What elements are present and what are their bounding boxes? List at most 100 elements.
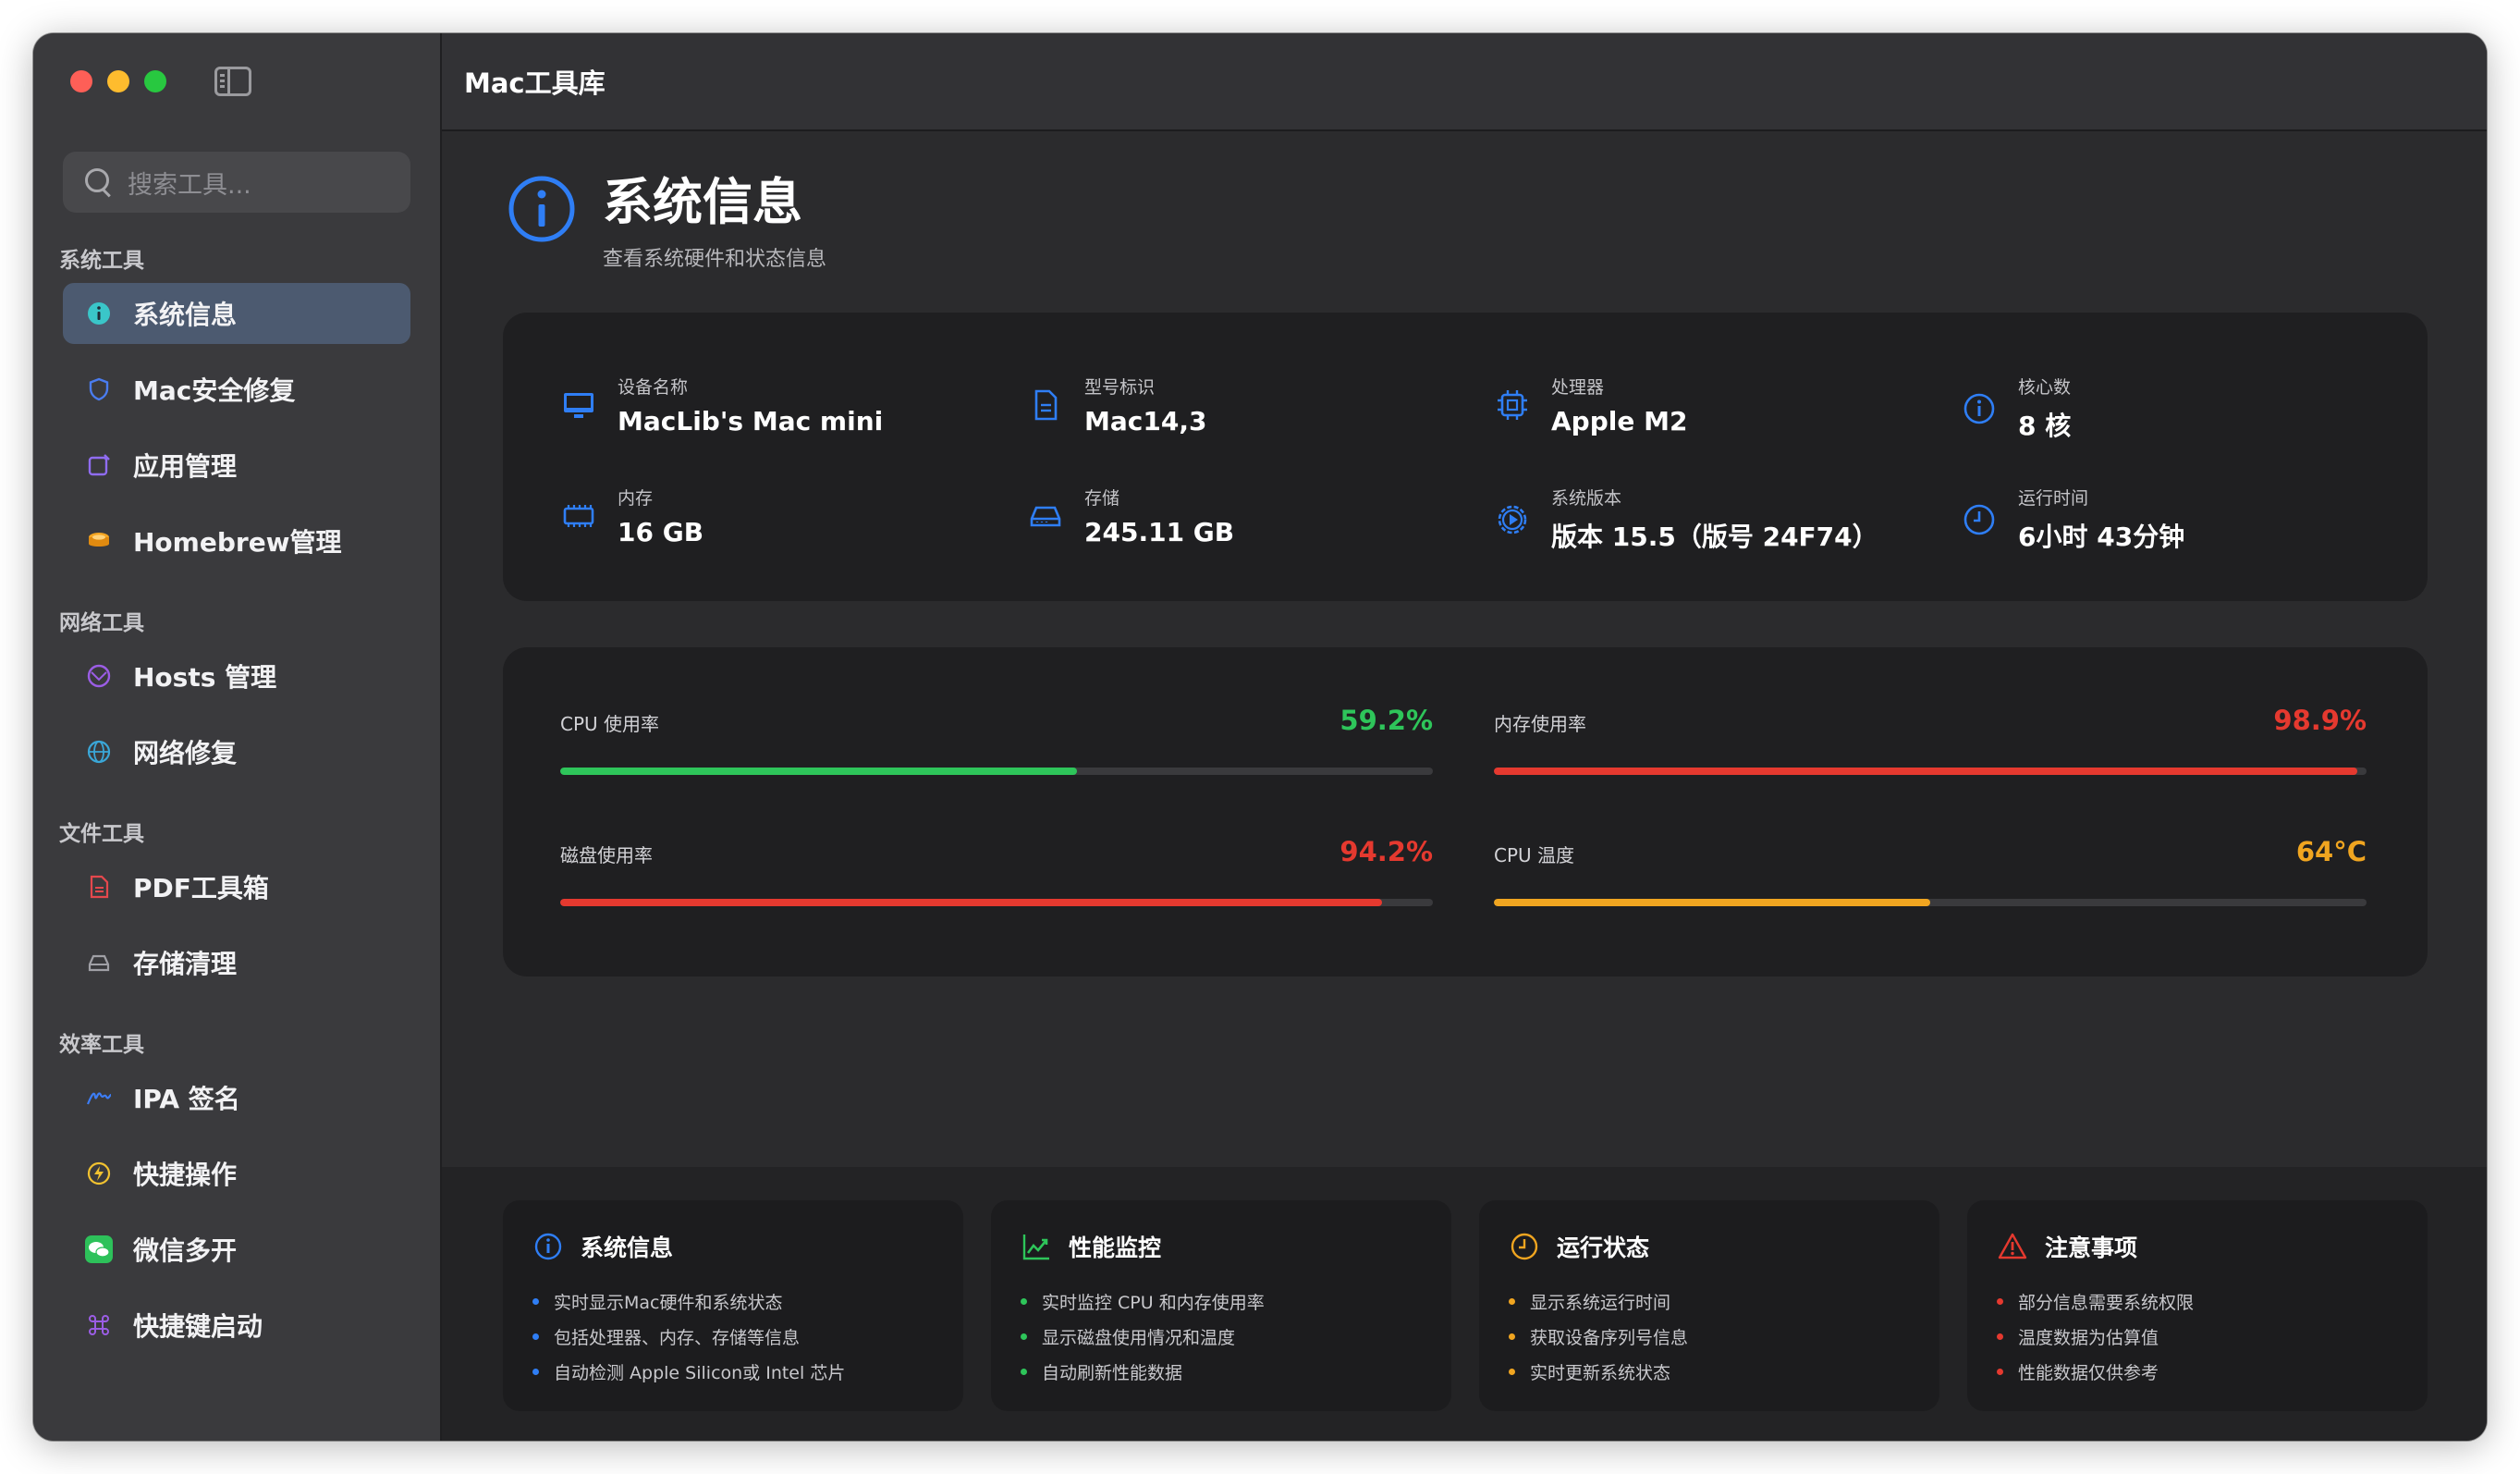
- tip-item: 自动检测 Apple Silicon或 Intel 芯片: [532, 1354, 963, 1389]
- sidebar-item-wechat-multi[interactable]: 微信多开: [63, 1219, 410, 1280]
- metric-value: 98.9%: [2273, 705, 2367, 736]
- window-controls: [70, 70, 166, 92]
- tip-card-runtime: 运行状态 显示系统运行时间 获取设备序列号信息 实时更新系统状态: [1479, 1200, 1939, 1411]
- sidebar-item-app-manage[interactable]: 应用管理: [63, 435, 410, 496]
- sidebar-item-hosts[interactable]: Hosts 管理: [63, 645, 410, 706]
- sidebar-item-label: 存储清理: [133, 949, 238, 979]
- mug-icon: [85, 527, 113, 555]
- clock-icon: [1963, 504, 1995, 534]
- sidebar-item-label: 网络修复: [133, 738, 238, 768]
- sidebar-item-label: 快捷键启动: [133, 1311, 263, 1342]
- tip-title: 注意事项: [2045, 1234, 2138, 1261]
- sidebar-item-network-repair[interactable]: 网络修复: [63, 721, 410, 782]
- info-value: 6小时 43分钟: [2018, 522, 2185, 552]
- info-value: Mac14,3: [1084, 406, 1207, 436]
- network-icon: [85, 662, 113, 690]
- info-label: 系统版本: [1551, 488, 1622, 509]
- tip-item: 包括处理器、内存、存储等信息: [532, 1319, 963, 1354]
- metric-value: 64°C: [2295, 836, 2367, 867]
- tip-title: 运行状态: [1557, 1234, 1650, 1261]
- section-label-file: 文件工具: [59, 822, 144, 846]
- system-info-card: 设备名称 MacLib's Mac mini 型号标识 Mac14,3 处理器 App…: [503, 313, 2428, 601]
- search-placeholder: 搜索工具...: [128, 170, 251, 200]
- info-cores: 核心数 8 核: [1961, 374, 2071, 443]
- info-value: 245.11 GB: [1084, 517, 1235, 547]
- progress-fill: [1494, 768, 2357, 775]
- sidebar-item-ipa-sign[interactable]: IPA 签名: [63, 1067, 410, 1128]
- zoom-button[interactable]: [144, 70, 166, 92]
- close-button[interactable]: [70, 70, 92, 92]
- progress-track: [1494, 768, 2367, 775]
- search-field[interactable]: 搜索工具...: [63, 152, 410, 213]
- metric-memory-usage: 内存使用率 98.9%: [1494, 705, 2367, 775]
- info-value: Apple M2: [1551, 406, 1688, 436]
- tip-card-performance: 性能监控 实时监控 CPU 和内存使用率 显示磁盘使用情况和温度 自动刷新性能数…: [991, 1200, 1451, 1411]
- sidebar-item-label: IPA 签名: [133, 1084, 240, 1114]
- chart-icon: [1022, 1234, 1049, 1260]
- sidebar-item-storage-clean[interactable]: 存储清理: [63, 932, 410, 993]
- info-os-version: 系统版本版本 15.5（版号 24F74）: [1494, 485, 1878, 554]
- info-model: 型号标识 Mac14,3: [1027, 374, 1206, 436]
- bolt-icon: [85, 1160, 113, 1187]
- metric-cpu-temperature: CPU 温度 64°C: [1494, 836, 2367, 906]
- info-label: 内存: [618, 488, 654, 509]
- info-label: 核心数: [2018, 377, 2072, 398]
- tip-item: 温度数据为估算值: [1997, 1319, 2428, 1354]
- main-content: Mac工具库 系统信息 查看系统硬件和状态信息 设备名称 MacLib's Mac…: [442, 33, 2487, 1441]
- info-circle-icon: [507, 174, 577, 248]
- info-circle-icon: [85, 300, 113, 327]
- tip-card-system-info: 系统信息 实时显示Mac硬件和系统状态 包括处理器、内存、存储等信息 自动检测 …: [503, 1200, 963, 1411]
- desktop-icon: [564, 393, 593, 418]
- sidebar-item-homebrew[interactable]: Homebrew管理: [63, 510, 410, 571]
- tip-item: 实时显示Mac硬件和系统状态: [532, 1284, 963, 1319]
- tip-item: 显示系统运行时间: [1509, 1284, 1939, 1319]
- tip-title: 系统信息: [581, 1234, 674, 1261]
- metric-value: 59.2%: [1340, 705, 1433, 736]
- info-memory: 内存 16 GB: [560, 485, 703, 547]
- info-value: 版本 15.5（版号 24F74）: [1551, 522, 1878, 552]
- memory-icon: [563, 505, 594, 527]
- progress-track: [1494, 899, 2367, 906]
- app-store-icon: [85, 451, 113, 479]
- metric-label: CPU 使用率: [560, 713, 660, 735]
- sidebar-toggle-icon[interactable]: [214, 67, 251, 96]
- window-title: Mac工具库: [442, 33, 2487, 131]
- info-device-name: 设备名称 MacLib's Mac mini: [560, 374, 883, 436]
- page-title: 系统信息: [603, 173, 802, 231]
- globe-icon: [85, 738, 113, 766]
- tip-title: 性能监控: [1069, 1234, 1162, 1261]
- sidebar-item-system-info[interactable]: 系统信息: [63, 283, 410, 344]
- minimize-button[interactable]: [107, 70, 129, 92]
- shield-icon: [85, 375, 113, 403]
- sidebar-item-hotkey-launch[interactable]: 快捷键启动: [63, 1295, 410, 1356]
- cpu-icon: [1498, 390, 1527, 420]
- command-icon: [85, 1311, 113, 1339]
- wechat-icon: [85, 1235, 113, 1263]
- section-label-system: 系统工具: [59, 249, 144, 273]
- metric-label: 磁盘使用率: [560, 844, 653, 866]
- sidebar-item-label: PDF工具箱: [133, 873, 269, 903]
- tip-list: 实时显示Mac硬件和系统状态 包括处理器、内存、存储等信息 自动检测 Apple…: [532, 1284, 963, 1389]
- metric-value: 94.2%: [1340, 836, 1433, 867]
- section-label-network: 网络工具: [59, 611, 144, 635]
- page-subtitle: 查看系统硬件和状态信息: [603, 248, 827, 271]
- tip-item: 实时更新系统状态: [1509, 1354, 1939, 1389]
- tip-item: 自动刷新性能数据: [1021, 1354, 1451, 1389]
- info-processor: 处理器 Apple M2: [1494, 374, 1687, 436]
- page-header: 系统信息 查看系统硬件和状态信息: [507, 174, 826, 272]
- sidebar-item-mac-security[interactable]: Mac安全修复: [63, 359, 410, 420]
- performance-card: CPU 使用率 59.2% 内存使用率 98.9% 磁盘使用率 94.2% CPU 温…: [503, 647, 2428, 977]
- metric-label: CPU 温度: [1494, 844, 1575, 866]
- section-label-efficiency: 效率工具: [59, 1033, 144, 1057]
- sidebar-item-pdf[interactable]: PDF工具箱: [63, 856, 410, 917]
- tip-item: 获取设备序列号信息: [1509, 1319, 1939, 1354]
- progress-fill: [560, 899, 1383, 906]
- app-window: 搜索工具... 系统工具 系统信息 Mac安全修复 应用管理 Homebrew管…: [33, 33, 2487, 1441]
- info-label: 处理器: [1551, 377, 1605, 398]
- drive-icon: [85, 949, 113, 977]
- info-value: 16 GB: [618, 517, 704, 547]
- search-icon: [85, 168, 113, 196]
- tip-item: 实时监控 CPU 和内存使用率: [1021, 1284, 1451, 1319]
- tip-item: 性能数据仅供参考: [1997, 1354, 2428, 1389]
- sidebar-item-quick-actions[interactable]: 快捷操作: [63, 1143, 410, 1204]
